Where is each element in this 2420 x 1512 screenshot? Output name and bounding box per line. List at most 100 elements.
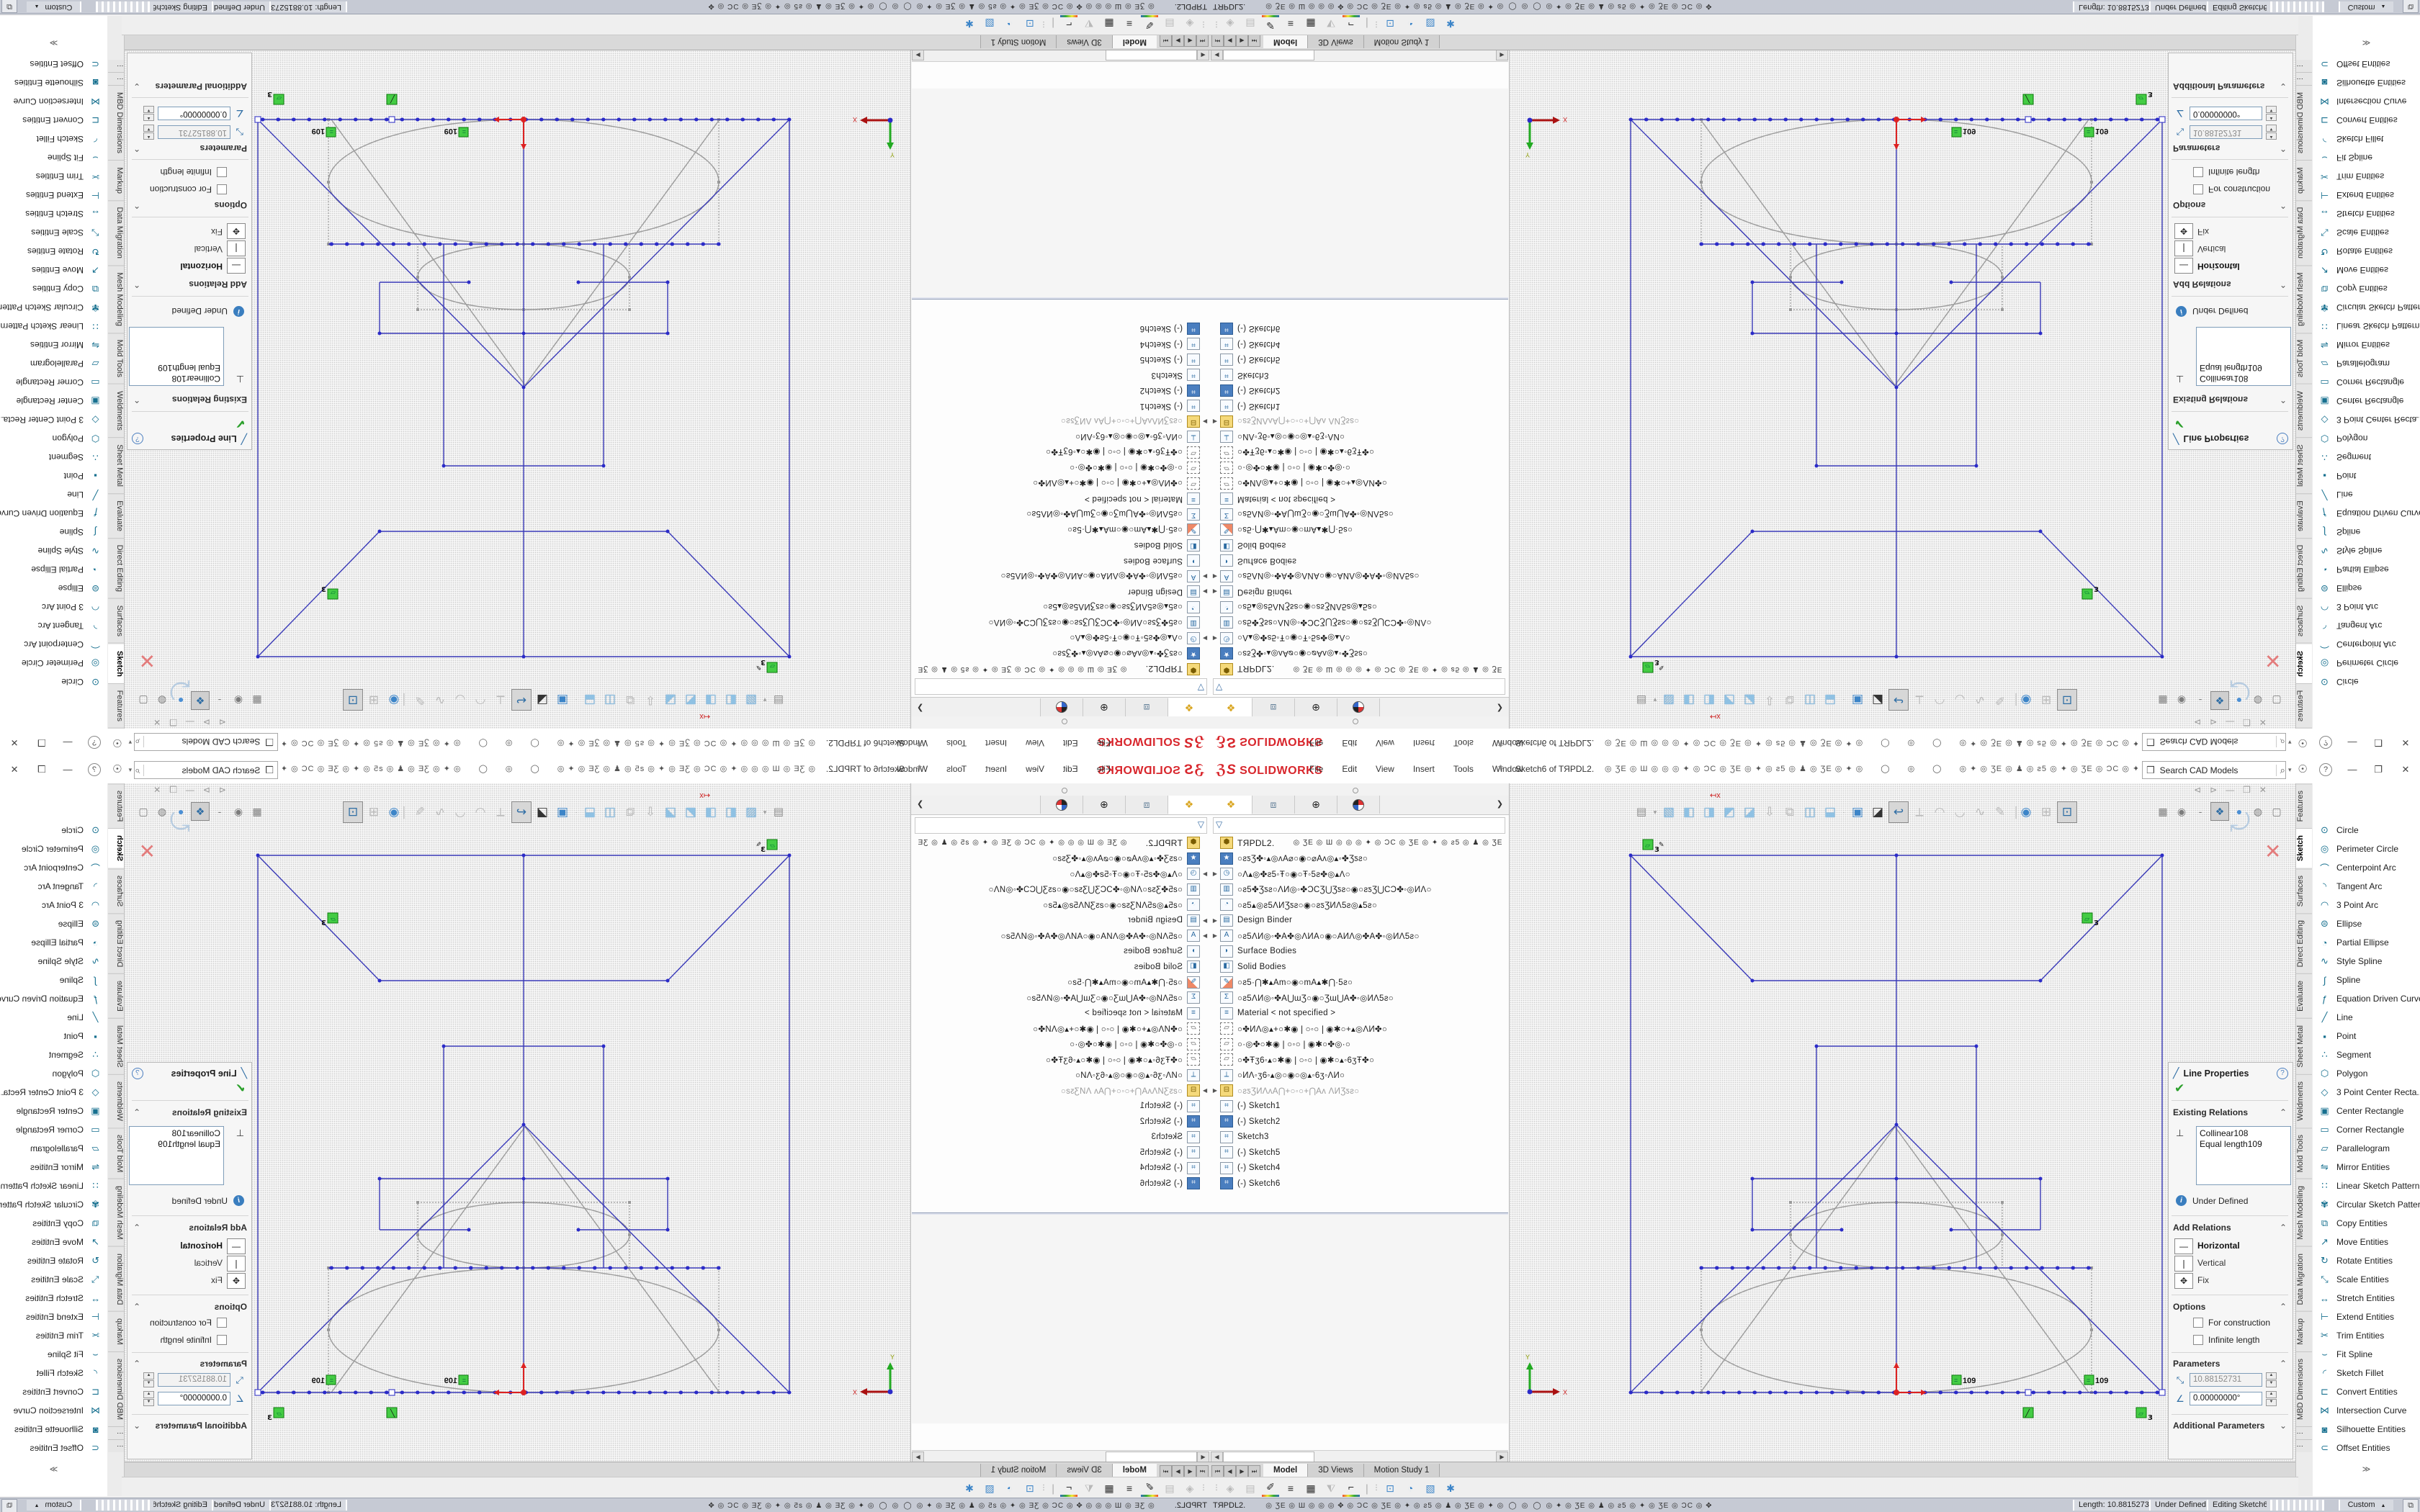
document-window-button-icon[interactable]: ❐ bbox=[2243, 717, 2251, 727]
command-tab[interactable]: Data Migration bbox=[2296, 201, 2312, 266]
panel-horizontal-scrollbar[interactable]: ◀ ▶ bbox=[1210, 1450, 1508, 1462]
pin-icon[interactable]: ✶ bbox=[915, 762, 923, 774]
scroll-left-icon[interactable]: ◀ bbox=[1197, 50, 1209, 60]
tree-item[interactable]: ▱ ○✤Ŧʒ6◦▴○✱◉❘○◦○❘◉✱○▴◦6ʒŦ✤○ bbox=[1210, 1052, 1508, 1068]
pin-icon[interactable]: ✶ bbox=[1497, 762, 1505, 774]
command-tab[interactable]: Mesh Modeling bbox=[2296, 266, 2312, 333]
tab-nav-icon[interactable]: ⏮ bbox=[1196, 35, 1209, 47]
menu-item[interactable]: File bbox=[1097, 738, 1111, 748]
sketch-tool-item[interactable]: ∴ Segment bbox=[0, 448, 107, 467]
section-add-relations[interactable]: Add Relations⌃ bbox=[2173, 1223, 2287, 1233]
menu-item[interactable]: Insert bbox=[1413, 738, 1435, 748]
sketch-tool-item[interactable]: ◜ Sketch Fillet bbox=[2313, 130, 2420, 148]
document-tab[interactable]: 3D Views bbox=[1056, 35, 1111, 48]
tree-item[interactable]: Σ ○ƨ5ɅИ◎◦✤А⋃ɯƷ○◉○Ʒɯ⋃А✤◦◎ИɅ5ƨ○ bbox=[912, 990, 1210, 1006]
tree-item[interactable]: ◗ Surface Bodies bbox=[912, 944, 1210, 960]
sketch-tool-item[interactable]: ✂ Trim Entities bbox=[0, 1326, 107, 1345]
length-spinner[interactable]: ▲▼ bbox=[2266, 1372, 2277, 1387]
sketch-tool-item[interactable]: ↻ Rotate Entities bbox=[0, 1251, 107, 1270]
command-tab[interactable]: ⋮ bbox=[108, 1426, 124, 1439]
expand-arrow-icon[interactable]: ▶ bbox=[1200, 870, 1210, 877]
sketch-tool-item[interactable]: ⧉ Copy Entities bbox=[2313, 1214, 2420, 1233]
length-spinner[interactable]: ▲▼ bbox=[143, 125, 154, 140]
heads-up-tool-icon[interactable]: ◉ bbox=[2017, 690, 2035, 710]
tree-item[interactable]: ◧ Solid Bodies bbox=[912, 959, 1210, 975]
tab-nav-icon[interactable]: ⏮ bbox=[1211, 1465, 1224, 1477]
command-tab[interactable]: Surfaces bbox=[108, 599, 124, 644]
sketch-tool-item[interactable]: ∿ Style Spline bbox=[0, 541, 107, 560]
sketch-tool-item[interactable]: ↔ Stretch Entities bbox=[2313, 204, 2420, 223]
motion-tool-icon[interactable]: ▤ bbox=[1161, 1480, 1178, 1496]
sketch-tool-item[interactable]: ∴ Segment bbox=[2313, 448, 2420, 467]
heads-up-tool-icon[interactable]: ▤ bbox=[769, 690, 788, 710]
search-icon[interactable]: ⌕ bbox=[135, 737, 144, 748]
section-parameters[interactable]: Parameters⌃ bbox=[2173, 143, 2287, 153]
heads-up-tool-icon[interactable]: ◩ bbox=[1720, 802, 1739, 822]
scroll-left-icon[interactable]: ◀ bbox=[1211, 50, 1223, 60]
motion-tool-icon[interactable]: ▤ bbox=[1242, 1480, 1259, 1496]
search-icon[interactable]: ⌕ bbox=[135, 765, 144, 776]
tree-item[interactable]: ▶ ◷ ○Λ▴◎✤ƨ5◦Ŧ○◉○Ŧ◦5ƨ✤◎▴Λ○ bbox=[912, 866, 1210, 882]
motion-tool-icon[interactable]: ◈ bbox=[1222, 1480, 1239, 1496]
heads-up-tool-icon[interactable]: ⊞ bbox=[2037, 690, 2056, 710]
tree-item[interactable]: ⌗ (-) Sketch2 bbox=[912, 1114, 1210, 1130]
status-tag-icon[interactable]: ⧉ bbox=[1, 1499, 17, 1512]
vertical-relation-button[interactable]: ❘Vertical bbox=[2174, 241, 2282, 256]
sketch-tool-item[interactable]: ∴ Segment bbox=[2313, 1045, 2420, 1064]
sketch-tool-item[interactable]: ⤡ Scale Entities bbox=[0, 1270, 107, 1289]
display-tool-icon[interactable]: ▦ bbox=[248, 692, 266, 709]
tree-item[interactable]: ◔ ○ƨ5▴◎ƨ5ɅИƷƽƨ○◉○ƨƽƷИɅ5ƨ◎▴5ƨ○ bbox=[1210, 600, 1508, 616]
status-tag-icon[interactable]: ⧉ bbox=[2403, 1499, 2419, 1512]
sketch-tool-item[interactable]: ⊂ Offset Entities bbox=[0, 55, 107, 73]
sketch-tool-item[interactable]: ∿ Style Spline bbox=[0, 952, 107, 971]
display-tool-icon[interactable]: - bbox=[211, 692, 228, 709]
length-spinner[interactable]: ▲▼ bbox=[143, 1372, 154, 1387]
document-window-button-icon[interactable]: ⊳ bbox=[203, 717, 210, 727]
panel-help-icon[interactable]: ? bbox=[2277, 1068, 2288, 1079]
command-tab[interactable]: Direct Editing bbox=[108, 913, 124, 973]
sketch-tool-item[interactable]: ↗ Move Entities bbox=[0, 1233, 107, 1251]
section-additional-parameters[interactable]: Additional Parameters⌄ bbox=[2173, 81, 2287, 91]
motion-tool-icon[interactable]: ▤ bbox=[1242, 17, 1259, 32]
heads-up-tool-icon[interactable]: ◪ bbox=[533, 802, 552, 822]
expand-arrow-icon[interactable]: ▶ bbox=[1210, 932, 1220, 939]
sketch-tool-item[interactable]: ⊢ Extend Entities bbox=[0, 1308, 107, 1326]
section-additional-parameters[interactable]: Additional Parameters⌄ bbox=[133, 1421, 247, 1431]
command-tab[interactable]: Mesh Modeling bbox=[108, 266, 124, 333]
command-tab[interactable]: Sketch bbox=[108, 644, 124, 684]
command-tab[interactable]: ⋮ bbox=[2296, 1439, 2312, 1452]
command-tab[interactable]: Evaluate bbox=[2296, 973, 2312, 1018]
motion-tool-icon[interactable]: ⊡ bbox=[1381, 1480, 1399, 1496]
tree-item[interactable]: ▶ ⊟ ○ƨƽƷИɅʌА⋂+○◦○+⋂Аʌ ɅИƷƽƨ○ bbox=[1210, 1083, 1508, 1099]
motion-tool-icon[interactable]: ◈ bbox=[1181, 17, 1198, 32]
infinite-length-checkbox[interactable]: Infinite length bbox=[161, 1335, 227, 1345]
command-tab[interactable]: Mesh Modeling bbox=[2296, 1179, 2312, 1246]
tree-item[interactable]: ⌗ (-) Sketch5 bbox=[912, 1145, 1210, 1161]
tab-configuration-manager[interactable]: ⊕ bbox=[1295, 796, 1337, 814]
command-tab[interactable]: Surfaces bbox=[108, 868, 124, 913]
scroll-right-icon[interactable]: ▶ bbox=[912, 50, 924, 60]
close-button[interactable]: ✕ bbox=[2396, 762, 2416, 778]
heads-up-tool-icon[interactable]: ⇩ bbox=[1760, 690, 1779, 710]
tree-item[interactable]: ◧ Solid Bodies bbox=[1210, 538, 1508, 554]
scroll-thumb[interactable] bbox=[1106, 1452, 1197, 1462]
tab-configuration-manager[interactable]: ⊕ bbox=[1295, 698, 1337, 716]
relation-item[interactable]: Collinear108 bbox=[133, 373, 220, 384]
tree-item[interactable]: ⟂ ○ИɅ◦ʒ6◦▴◎○◉○◎▴◦6ʒ◦ɅИ○ bbox=[1210, 429, 1508, 445]
sketch-tool-item[interactable]: ⊂ Offset Entities bbox=[2313, 1439, 2420, 1457]
relation-item[interactable]: Collinear108 bbox=[133, 1128, 220, 1139]
sketch-tool-item[interactable]: ∫ Spline bbox=[0, 971, 107, 989]
tree-item[interactable]: ⌗ (-) Sketch4 bbox=[1210, 1161, 1508, 1176]
sketch-tool-item[interactable]: ◝ Tangent Arc bbox=[0, 616, 107, 635]
command-tab[interactable]: Markup bbox=[2296, 161, 2312, 201]
sketch-tool-item[interactable]: ◠ 3 Point Arc bbox=[0, 896, 107, 914]
sketch-tool-item[interactable]: ∷ Linear Sketch Pattern bbox=[0, 1176, 107, 1195]
infinite-length-checkbox[interactable]: Infinite length bbox=[2193, 167, 2259, 177]
sketch-tool-item[interactable]: ↔ Stretch Entities bbox=[0, 1289, 107, 1308]
tree-item[interactable]: ⌗ (-) Sketch5 bbox=[1210, 352, 1508, 368]
command-tab[interactable]: Markup bbox=[108, 1311, 124, 1351]
help-icon[interactable]: ? bbox=[2319, 763, 2332, 776]
motion-tool-icon[interactable]: ⊡ bbox=[1021, 1480, 1039, 1496]
display-tool-icon[interactable]: ◍ bbox=[2249, 692, 2267, 709]
motion-tool-icon[interactable]: ❘ bbox=[1050, 17, 1057, 32]
